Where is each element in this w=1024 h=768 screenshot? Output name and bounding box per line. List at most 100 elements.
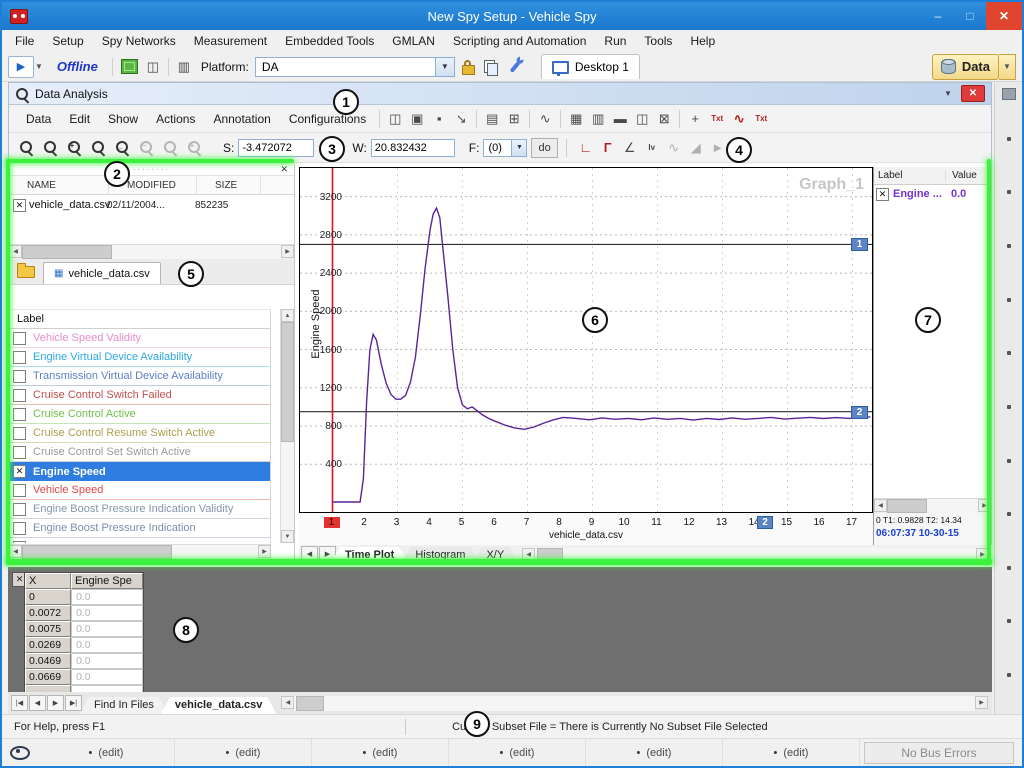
- lock-icon[interactable]: [462, 65, 475, 75]
- menu-item-embedded-tools[interactable]: Embedded Tools: [276, 30, 383, 52]
- copy-platform-icon[interactable]: [484, 60, 495, 73]
- table-row[interactable]: 0.00720.0: [25, 605, 143, 621]
- export-y-txt-icon[interactable]: Txt: [750, 108, 772, 130]
- zoom-region-icon[interactable]: [39, 137, 61, 159]
- panel-drag-handle[interactable]: ········ ✕: [9, 163, 294, 175]
- da-menu-data[interactable]: Data: [17, 105, 60, 132]
- scroll-up-icon[interactable]: ▲: [281, 309, 294, 322]
- scrollbar-track[interactable]: [887, 499, 978, 513]
- table-row[interactable]: 00.0: [25, 589, 143, 605]
- split-rows-icon[interactable]: ▬: [609, 108, 631, 130]
- axis-zero-icon[interactable]: ∟: [575, 137, 597, 159]
- dock-dot[interactable]: [1007, 244, 1011, 248]
- marker-badge-1[interactable]: 1: [851, 238, 868, 251]
- menu-item-spy-networks[interactable]: Spy Networks: [93, 30, 185, 52]
- signal-row-vehicle-speed-validity[interactable]: Vehicle Speed Validity: [9, 329, 270, 348]
- signal-checkbox[interactable]: [13, 427, 26, 440]
- signal-list-header[interactable]: Label: [9, 309, 271, 329]
- zoom-full-icon[interactable]: [87, 137, 109, 159]
- wrench-icon[interactable]: [509, 61, 520, 73]
- do-button[interactable]: do: [531, 138, 557, 158]
- zoom-x-axis-icon[interactable]: _: [111, 137, 133, 159]
- scroll-left-icon[interactable]: ◀: [522, 548, 535, 561]
- dock-dot[interactable]: [1007, 405, 1011, 409]
- open-folder-button[interactable]: [13, 262, 39, 282]
- scroll-left-icon[interactable]: ◀: [874, 499, 887, 512]
- axis-manual-icon[interactable]: ∠: [619, 137, 641, 159]
- value-col-value[interactable]: Value: [946, 170, 991, 181]
- signal-checkbox[interactable]: [13, 522, 26, 535]
- file-horizontal-scrollbar[interactable]: ◀ ▶: [9, 244, 294, 259]
- signal-row-engine-boost-pressure-indication-validity[interactable]: Engine Boost Pressure Indication Validit…: [9, 500, 270, 519]
- copy-icon[interactable]: ⊞: [503, 108, 525, 130]
- bottom-tab-find-in-files[interactable]: Find In Files: [80, 697, 168, 714]
- table-col-engine-spe[interactable]: Engine Spe: [71, 573, 143, 589]
- zoom-select-icon[interactable]: [15, 137, 37, 159]
- split-columns-icon[interactable]: ▥: [587, 108, 609, 130]
- value-col-label[interactable]: Label: [874, 170, 946, 181]
- menu-item-tools[interactable]: Tools: [635, 30, 681, 52]
- scroll-right-icon[interactable]: ▶: [281, 245, 294, 258]
- wave-tool-icon[interactable]: ∿: [663, 137, 685, 159]
- signal-checkbox[interactable]: [13, 370, 26, 383]
- plot-tab-histogram[interactable]: Histogram: [401, 547, 479, 563]
- scroll-right-icon[interactable]: ▶: [975, 696, 988, 709]
- hardware-board-icon[interactable]: [117, 56, 142, 78]
- signal-vertical-scrollbar[interactable]: ▲ ▼: [280, 309, 294, 543]
- data-analysis-header[interactable]: Data Analysis ▼ ✕: [9, 83, 991, 105]
- value-checkbox[interactable]: ✕: [876, 188, 889, 201]
- zoom-out-icon[interactable]: −: [135, 137, 157, 159]
- signal-row-partial[interactable]: [9, 538, 270, 543]
- scrollbar-track[interactable]: [294, 696, 975, 711]
- nav-prev-icon[interactable]: ◀: [29, 695, 46, 711]
- nav-first-icon[interactable]: |◀: [11, 695, 28, 711]
- file-col-name[interactable]: NAME: [9, 176, 109, 194]
- signal-row-engine-speed[interactable]: ✕Engine Speed: [9, 462, 270, 481]
- probe-cursor-icon[interactable]: +: [684, 108, 706, 130]
- menu-item-setup[interactable]: Setup: [43, 30, 92, 52]
- signal-checkbox[interactable]: [13, 351, 26, 364]
- da-menu-show[interactable]: Show: [99, 105, 147, 132]
- wave-export-icon[interactable]: ∿: [728, 108, 750, 130]
- edit-slot-1[interactable]: •(edit): [38, 739, 175, 766]
- frame-dropdown-icon[interactable]: ▼: [511, 140, 526, 156]
- panel-close-button[interactable]: ✕: [961, 85, 985, 102]
- scroll-left-icon[interactable]: ◀: [9, 545, 22, 558]
- da-menu-edit[interactable]: Edit: [60, 105, 99, 132]
- scrollbar-track[interactable]: [535, 548, 976, 563]
- scrollbar-track[interactable]: [22, 545, 258, 559]
- table-row[interactable]: 0.06690.0: [25, 669, 143, 685]
- scrollbar-track[interactable]: [281, 322, 294, 530]
- dock-dot[interactable]: [1007, 673, 1011, 677]
- signal-checkbox[interactable]: [13, 332, 26, 345]
- iv-cursor-icon[interactable]: Iv: [641, 137, 663, 159]
- table-col-x[interactable]: X: [25, 573, 71, 589]
- table-row[interactable]: 0.04690.0: [25, 653, 143, 669]
- eye-icon[interactable]: [10, 746, 30, 760]
- scroll-left-icon[interactable]: ◀: [9, 245, 22, 258]
- menu-item-scripting-and-automation[interactable]: Scripting and Automation: [444, 30, 595, 52]
- grid-view-icon[interactable]: ▦: [565, 108, 587, 130]
- export-icon[interactable]: ↘: [450, 108, 472, 130]
- scroll-left-icon[interactable]: ◀: [281, 696, 294, 709]
- scroll-down-icon[interactable]: ▼: [281, 530, 294, 543]
- tabs-scroll-left-icon[interactable]: ◀: [301, 546, 318, 562]
- file-row[interactable]: ✕vehicle_data.csv02/11/2004...852235: [9, 195, 294, 215]
- scroll-right-icon[interactable]: ▶: [976, 548, 989, 561]
- tab-desktop-1[interactable]: Desktop 1: [541, 54, 640, 79]
- print-icon[interactable]: ▤: [481, 108, 503, 130]
- scrollbar-track[interactable]: [22, 245, 281, 259]
- scroll-right-icon[interactable]: ▶: [978, 499, 991, 512]
- export-x-txt-icon[interactable]: Txt: [706, 108, 728, 130]
- platform-editor-icon[interactable]: ▥: [173, 56, 195, 78]
- bottom-tab-vehicle-data-csv[interactable]: vehicle_data.csv: [161, 697, 276, 714]
- dock-dot[interactable]: [1007, 137, 1011, 141]
- value-horizontal-scrollbar[interactable]: ◀ ▶: [874, 498, 991, 513]
- run-button[interactable]: ▶: [8, 56, 34, 78]
- platform-dropdown-icon[interactable]: ▼: [435, 58, 454, 76]
- signal-checkbox[interactable]: [13, 541, 26, 544]
- plot-horizontal-scrollbar[interactable]: ◀ ▶: [522, 548, 989, 563]
- data-dropdown-icon[interactable]: ▼: [999, 54, 1016, 80]
- dock-dot[interactable]: [1007, 351, 1011, 355]
- run-dropdown-icon[interactable]: ▼: [35, 62, 43, 71]
